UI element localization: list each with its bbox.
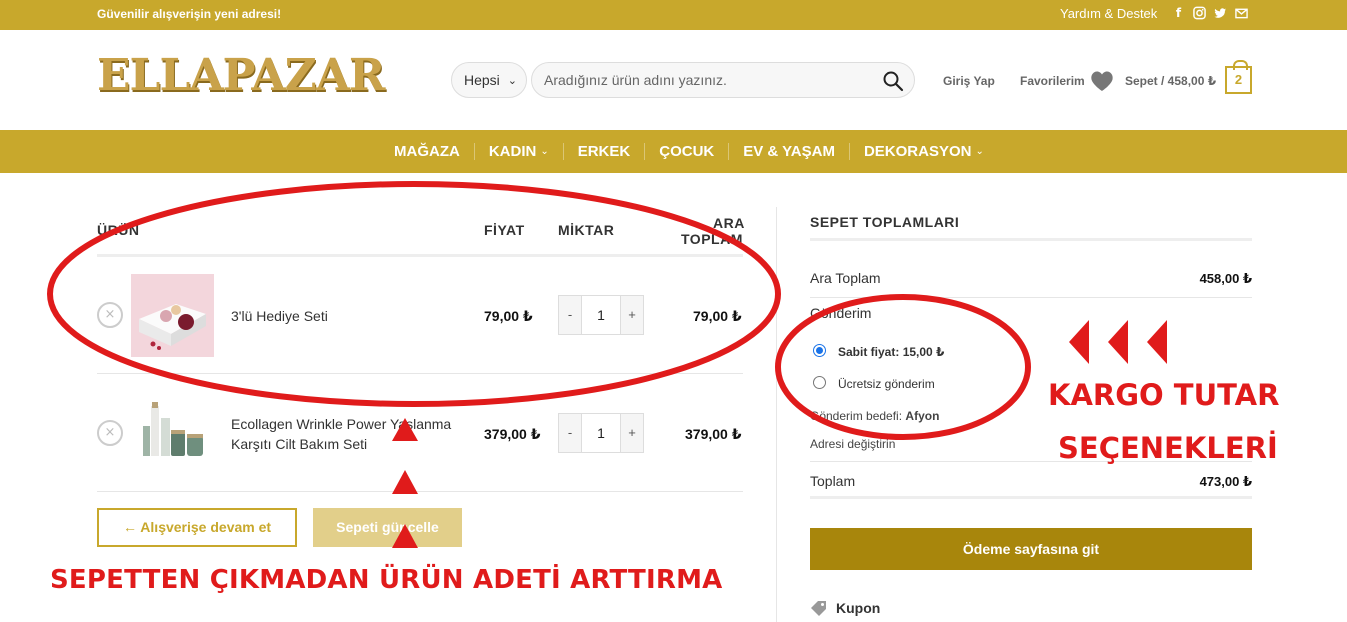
nav-item-kadin[interactable]: KADIN ⌄ [473, 143, 563, 160]
product-price: 379,00 ₺ [484, 426, 541, 442]
shipping-option-fixed-radio[interactable] [813, 344, 826, 357]
chevron-down-icon: ⌄ [540, 146, 549, 157]
site-logo[interactable]: ELLAPAZAR [97, 50, 385, 101]
product-image-skincare-set[interactable] [131, 392, 214, 475]
quantity-decrease-button[interactable]: - [559, 296, 581, 334]
nav-item-ev-yasam[interactable]: EV & YAŞAM [728, 143, 849, 160]
cart-link[interactable]: Sepet / 458,00 ₺ [1125, 74, 1216, 88]
product-name-line2[interactable]: Karşıtı Cilt Bakım Seti [231, 434, 367, 454]
continue-shopping-button[interactable]: ← Alışverişe devam et [97, 508, 297, 547]
cart-count-badge[interactable]: 2 [1225, 60, 1252, 94]
quantity-input[interactable]: 1 [581, 296, 621, 334]
quantity-decrease-button[interactable]: - [559, 414, 581, 452]
coupon-label: Kupon [836, 600, 881, 616]
heart-icon[interactable] [1090, 70, 1114, 92]
annotation-arrow-left [1108, 320, 1128, 364]
instagram-icon[interactable] [1193, 6, 1206, 20]
coupon-section[interactable]: Kupon [810, 600, 880, 616]
annotation-quantity-note: SEPETTEN ÇIKMADAN ÜRÜN ADETİ ARTTIRMA [50, 565, 723, 595]
column-header-quantity: MİKTAR [558, 222, 615, 238]
subtotal-value: 458,00 ₺ [1199, 271, 1252, 286]
login-link[interactable]: Giriş Yap [943, 74, 995, 88]
shipping-option-free-radio[interactable] [813, 376, 826, 389]
help-support-link[interactable]: Yardım & Destek [1060, 6, 1157, 21]
table-header-divider [97, 254, 743, 257]
subtotal-label: Ara Toplam [810, 270, 881, 286]
search-box [531, 62, 915, 98]
top-bar: Güvenilir alışverişin yeni adresi! Yardı… [0, 0, 1347, 30]
product-subtotal: 79,00 ₺ [693, 308, 742, 324]
quantity-increase-button[interactable]: + [621, 296, 643, 334]
product-subtotal: 379,00 ₺ [685, 426, 742, 442]
quantity-stepper: - 1 + [558, 413, 644, 453]
nav-item-erkek[interactable]: ERKEK [562, 143, 645, 160]
facebook-icon[interactable]: f [1172, 6, 1185, 20]
quantity-stepper: - 1 + [558, 295, 644, 335]
annotation-shipping-note-line1: KARGO TUTAR [1048, 378, 1280, 412]
update-cart-button[interactable]: Sepeti güncelle [313, 508, 462, 547]
column-divider [776, 207, 777, 622]
chevron-down-icon: ⌄ [507, 73, 518, 87]
row-divider [97, 491, 743, 492]
remove-item-button[interactable]: × [97, 302, 123, 328]
annotation-arrow-left [1069, 320, 1089, 364]
product-image-gift-set[interactable] [131, 274, 214, 357]
tagline: Güvenilir alışverişin yeni adresi! [97, 7, 282, 21]
social-links: f [1172, 6, 1248, 20]
totals-divider [810, 496, 1252, 499]
column-header-subtotal-line1: ARA [713, 215, 745, 231]
twitter-icon[interactable] [1214, 6, 1227, 20]
proceed-to-checkout-button[interactable]: Ödeme sayfasına git [810, 528, 1252, 570]
nav-item-dekorasyon[interactable]: DEKORASYON ⌄ [848, 143, 998, 160]
cart-totals-heading: SEPET TOPLAMLARI [810, 214, 960, 230]
total-value: 473,00 ₺ [1199, 474, 1252, 489]
quantity-increase-button[interactable]: + [621, 414, 643, 452]
totals-header-divider [810, 238, 1252, 241]
annotation-shipping-note-line2: SEÇENEKLERİ [1058, 431, 1278, 465]
search-input[interactable] [544, 72, 874, 88]
favorites-link[interactable]: Favorilerim [1020, 74, 1085, 88]
search-icon[interactable] [882, 70, 904, 92]
nav-item-cocuk[interactable]: ÇOCUK [644, 143, 728, 160]
nav-item-magaza[interactable]: MAĞAZA [394, 143, 474, 160]
row-divider [97, 373, 743, 374]
main-nav: MAĞAZA KADIN ⌄ ERKEK ÇOCUK EV & YAŞAM DEK… [0, 130, 1347, 173]
change-address-link[interactable]: Adresi değiştirin [810, 437, 895, 451]
category-select-value: Hepsi [464, 72, 500, 88]
shipping-option-free-label[interactable]: Ücretsiz gönderim [838, 377, 935, 391]
tag-icon [811, 601, 826, 616]
column-header-product: ÜRÜN [97, 222, 140, 238]
product-name[interactable]: 3'lü Hediye Seti [231, 306, 328, 326]
column-header-price: FİYAT [484, 222, 525, 238]
ship-destination: Gönderim bedefi: Afyon [810, 409, 940, 423]
totals-divider [810, 297, 1252, 298]
category-select[interactable]: Hepsi ⌄ [451, 62, 527, 98]
column-header-subtotal-line2: TOPLAM [681, 231, 743, 247]
product-price: 79,00 ₺ [484, 308, 533, 324]
shipping-label: Gönderim [810, 305, 872, 321]
annotation-arrow-left [1147, 320, 1167, 364]
total-label: Toplam [810, 473, 856, 489]
chevron-down-icon: ⌄ [975, 146, 984, 157]
remove-item-button[interactable]: × [97, 420, 123, 446]
mail-icon[interactable] [1235, 6, 1248, 20]
quantity-input[interactable]: 1 [581, 414, 621, 452]
shipping-option-fixed-label[interactable]: Sabit fiyat: 15,00 ₺ [838, 345, 944, 359]
product-name[interactable]: Ecollagen Wrinkle Power Yaşlanma [231, 414, 451, 434]
